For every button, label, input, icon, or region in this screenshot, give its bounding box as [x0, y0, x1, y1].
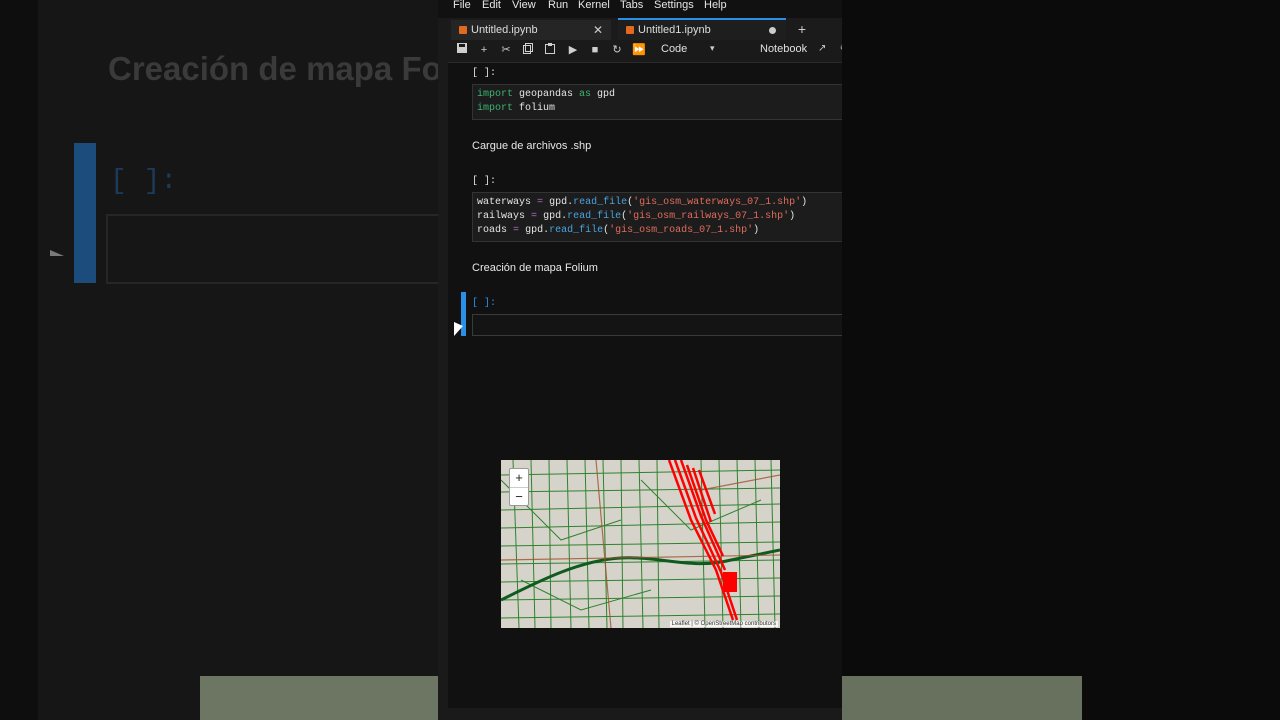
tab-label: Untitled1.ipynb [638, 24, 711, 36]
code-token: import [477, 89, 514, 100]
code-cell-empty[interactable] [472, 314, 842, 336]
menu-file[interactable]: File [453, 0, 471, 11]
menu-kernel[interactable]: Kernel [578, 0, 610, 11]
paste-icon[interactable] [543, 43, 557, 57]
cut-icon[interactable]: ✂ [499, 43, 513, 57]
kernel-name[interactable]: Notebook [760, 43, 807, 55]
background-input [106, 214, 438, 284]
code-token: waterways [477, 197, 532, 208]
code-token: gpd. [543, 211, 568, 222]
restart-icon[interactable]: ↻ [610, 43, 624, 57]
cell-prompt: [ ]: [472, 176, 497, 187]
mouse-cursor-icon [454, 322, 463, 336]
markdown-cell-mapa[interactable]: Creación de mapa Folium [472, 262, 598, 274]
code-token: read_file [567, 211, 622, 222]
code-token: = [537, 197, 544, 208]
background-active-bar [74, 143, 96, 283]
menu-view[interactable]: View [512, 0, 536, 11]
background-prompt: [ ]: [110, 166, 178, 197]
code-token: roads [477, 225, 508, 236]
zoom-control: + − [509, 468, 529, 506]
fast-forward-icon[interactable]: ⏩ [632, 43, 646, 57]
tab-bar: Untitled.ipynb ✕ Untitled1.ipynb + [448, 18, 842, 42]
tab-untitled1[interactable]: Untitled1.ipynb [618, 18, 786, 42]
background-cursor-icon [50, 250, 64, 256]
menubar: File Edit View Run Kernel Tabs Settings … [438, 0, 842, 14]
code-token: import [477, 103, 514, 114]
code-cell-read-files[interactable]: waterways = gpd.read_file('gis_osm_water… [472, 192, 842, 242]
zoom-out-button[interactable]: − [510, 488, 528, 506]
code-token: folium [513, 103, 556, 114]
cell-type-select[interactable]: Code [661, 43, 687, 55]
stop-icon[interactable]: ■ [588, 43, 602, 57]
close-icon[interactable]: ✕ [593, 20, 603, 40]
map-attribution[interactable]: Leaflet | © OpenStreetMap contributors [669, 621, 778, 627]
code-token: 'gis_osm_waterways_07_1.shp' [633, 197, 802, 208]
background-left: Creación de mapa Foli [ ]: [0, 0, 438, 720]
left-sidebar [438, 18, 448, 720]
tab-label: Untitled.ipynb [471, 24, 538, 36]
code-token: 'gis_osm_roads_07_1.shp' [609, 225, 754, 236]
save-icon[interactable] [455, 43, 469, 57]
markdown-cell-carga[interactable]: Cargue de archivos .shp [472, 140, 591, 152]
status-bar [438, 708, 842, 720]
menu-run[interactable]: Run [548, 0, 568, 11]
notebook-toolbar: + ✂ ▶ ■ ↻ ⏩ Code ▾ Notebook ↗ ✺ [448, 40, 842, 63]
run-icon[interactable]: ▶ [566, 43, 580, 57]
code-token: = [513, 225, 520, 236]
code-token: read_file [549, 225, 604, 236]
menu-settings[interactable]: Settings [654, 0, 694, 11]
map-canvas[interactable] [501, 460, 780, 628]
external-link-icon[interactable]: ↗ [818, 43, 826, 54]
code-cell-imports[interactable]: import geopandas as gpd import folium [472, 84, 842, 120]
menu-tabs[interactable]: Tabs [620, 0, 643, 11]
bug-icon[interactable]: ✺ [840, 43, 842, 54]
unsaved-dot-icon[interactable] [769, 27, 776, 34]
background-title: Creación de mapa Foli [108, 50, 438, 87]
notebook-icon [459, 26, 467, 34]
code-token: as [579, 89, 592, 100]
background-right [842, 0, 1280, 720]
code-token: gpd. [549, 197, 574, 208]
menu-help[interactable]: Help [704, 0, 727, 11]
copy-icon[interactable] [521, 43, 535, 57]
cell-prompt: [ ]: [472, 68, 497, 79]
background-map-right [842, 676, 1082, 720]
add-tab-icon[interactable]: + [794, 20, 810, 38]
cell-prompt: [ ]: [472, 298, 497, 309]
menu-edit[interactable]: Edit [482, 0, 501, 11]
code-token: gpd. [525, 225, 550, 236]
code-token: = [531, 211, 538, 222]
code-token: 'gis_osm_railways_07_1.shp' [627, 211, 790, 222]
background-panel [38, 0, 438, 720]
code-token: geopandas [513, 89, 580, 100]
folium-map[interactable]: + − Leaflet | © OpenStreetMap contributo… [501, 460, 780, 628]
tab-untitled[interactable]: Untitled.ipynb ✕ [451, 20, 611, 40]
code-token: gpd [591, 89, 616, 100]
zoom-in-button[interactable]: + [510, 469, 528, 488]
code-token: read_file [573, 197, 628, 208]
code-token: railways [477, 211, 526, 222]
background-map-left [200, 676, 438, 720]
notebook-icon [626, 26, 634, 34]
insert-cell-icon[interactable]: + [477, 43, 491, 57]
chevron-down-icon[interactable]: ▾ [710, 43, 715, 54]
